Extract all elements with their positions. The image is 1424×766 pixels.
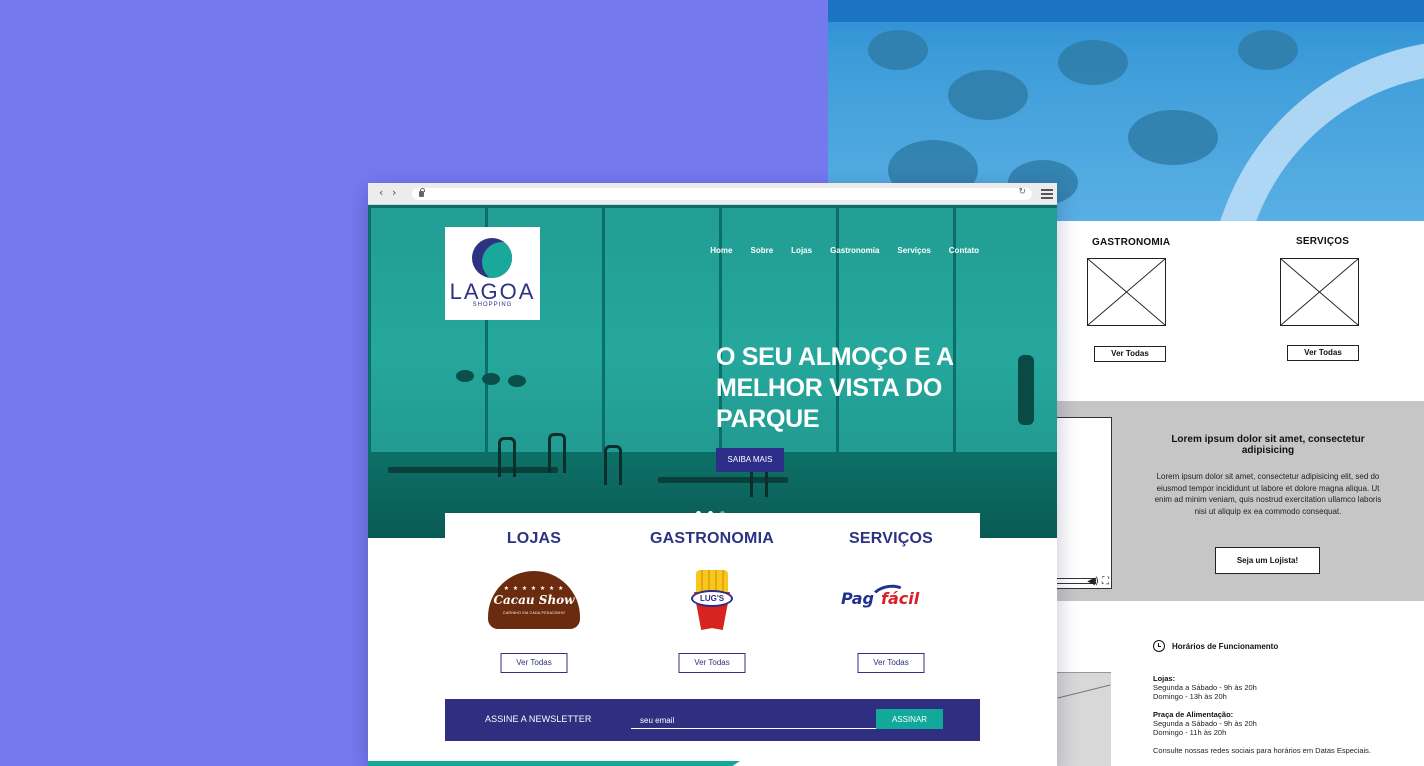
wire-section-heading: Lorem ipsum dolor sit amet, consectetur … <box>1171 434 1365 456</box>
nav-lojas[interactable]: Lojas <box>791 246 812 255</box>
category-card-lojas: LOJAS ★ ★ ★ ★ ★ ★ ★ Cacau Show CARINHO E… <box>445 513 623 699</box>
tree <box>1238 30 1298 70</box>
chair <box>604 445 622 485</box>
nav-servicos[interactable]: Serviços <box>897 246 930 255</box>
tree <box>1058 40 1128 85</box>
tree <box>868 30 928 70</box>
wire-hours-line: Domingo - 13h às 20h <box>1153 692 1227 701</box>
reload-icon[interactable]: ↻ <box>1018 187 1026 197</box>
wire-video-controls: ◀) ⛶ <box>1087 576 1109 587</box>
assinar-button[interactable]: ASSINAR <box>876 709 943 729</box>
newsletter-email-input[interactable] <box>631 712 877 729</box>
category-title: GASTRONOMIA <box>650 530 774 547</box>
wire-hours-line: Segunda a Sábado - 9h às 20h <box>1153 719 1257 728</box>
wire-hours-group: Lojas: Segunda a Sábado - 9h às 20h Domi… <box>1153 674 1413 701</box>
palm-tree <box>482 373 500 385</box>
cacau-wordmark: Cacau Show <box>493 593 575 607</box>
address-bar[interactable]: ↻ <box>412 187 1032 200</box>
logo-subtitle: SHOPPING <box>472 302 513 308</box>
window-pane <box>602 205 722 455</box>
nav-contato[interactable]: Contato <box>949 246 979 255</box>
forward-arrow-icon[interactable]: › <box>392 186 396 199</box>
clock-icon <box>1153 640 1165 652</box>
wire-image-placeholder <box>1087 258 1166 326</box>
lugs-logo: LUG'S <box>688 568 736 638</box>
hamburger-menu-icon[interactable] <box>1041 189 1053 199</box>
wire-hours-title: Horários de Funcionamento <box>1172 641 1279 651</box>
wire-ver-todas-button: Ver Todas <box>1094 346 1166 362</box>
wire-hours-label: Praça de Alimentação: <box>1153 710 1234 719</box>
browser-window: ‹ › ↻ LAGOA SHOPPING Home Sobre Lojas Ga… <box>368 183 1057 766</box>
ver-todas-gastronomia-button[interactable]: Ver Todas <box>678 653 746 673</box>
wire-section-paragraph: Lorem ipsum dolor sit amet, consectetur … <box>1154 472 1382 516</box>
palm-tree <box>456 370 474 382</box>
main-nav: Home Sobre Lojas Gastronomia Serviços Co… <box>692 246 979 255</box>
tree <box>1128 110 1218 165</box>
wire-hours-heading: Horários de Funcionamento <box>1153 640 1413 652</box>
pag-facil-logo: Pag fácil <box>841 582 941 613</box>
wire-hours-group: Praça de Alimentação: Segunda a Sábado -… <box>1153 710 1413 737</box>
cacau-show-logo: ★ ★ ★ ★ ★ ★ ★ Cacau Show CARINHO EM CADA… <box>488 571 580 629</box>
dining-table <box>658 477 788 483</box>
category-title: LOJAS <box>506 530 562 547</box>
nav-gastronomia[interactable]: Gastronomia <box>830 246 879 255</box>
palm-tree <box>508 375 526 387</box>
wire-image-placeholder <box>1280 258 1359 326</box>
wire-hours-label: Lojas: <box>1153 674 1176 683</box>
wire-opening-hours: Horários de Funcionamento Lojas: Segunda… <box>1153 640 1413 755</box>
nav-home[interactable]: Home <box>710 246 732 255</box>
category-card-servicos: SERVIÇOS Pag fácil Ver Todas <box>802 513 980 699</box>
hero-title: O SEU ALMOÇO E A MELHOR VISTA DO PARQUE <box>716 343 953 433</box>
wire-ver-todas-button: Ver Todas <box>1287 345 1359 361</box>
wire-seja-lojista-button: Seja um Lojista! <box>1215 547 1320 574</box>
footer-accent-strip <box>368 761 740 766</box>
category-title: SERVIÇOS <box>849 530 933 547</box>
logo-mark-icon <box>472 238 512 278</box>
wire-hours-line: Domingo - 11h às 20h <box>1153 728 1227 737</box>
wire-map-sketch <box>1057 672 1111 766</box>
category-card-gastronomia: GASTRONOMIA LUG'S Ver Todas <box>623 513 801 699</box>
ver-todas-servicos-button[interactable]: Ver Todas <box>857 653 925 673</box>
lake <box>828 0 1424 22</box>
chair <box>548 433 566 473</box>
dining-table <box>388 467 558 473</box>
lock-icon <box>419 188 425 197</box>
saiba-mais-button[interactable]: SAIBA MAIS <box>716 448 784 472</box>
ver-todas-lojas-button[interactable]: Ver Todas <box>500 653 568 673</box>
person-figure <box>1018 355 1034 425</box>
chair <box>498 437 516 477</box>
site-logo[interactable]: LAGOA SHOPPING <box>445 227 540 320</box>
newsletter-bar: ASSINE A NEWSLETTER ASSINAR <box>445 699 980 741</box>
wire-hours-note: Consulte nossas redes sociais para horár… <box>1153 746 1372 755</box>
cacau-stars: ★ ★ ★ ★ ★ ★ ★ <box>503 586 565 592</box>
lugs-wordmark: LUG'S <box>691 590 733 607</box>
pag-wordmark: Pag <box>841 589 874 608</box>
cacau-tagline: CARINHO EM CADA PEDACINHO <box>502 611 566 615</box>
category-cards: LOJAS ★ ★ ★ ★ ★ ★ ★ Cacau Show CARINHO E… <box>445 513 980 699</box>
newsletter-label: ASSINE A NEWSLETTER <box>485 714 592 724</box>
back-arrow-icon[interactable]: ‹ <box>379 186 383 199</box>
tree <box>948 70 1028 120</box>
facil-wordmark: fácil <box>881 589 920 608</box>
wire-gastronomia-title: GASTRONOMIA <box>1092 237 1171 248</box>
hero-banner: LAGOA SHOPPING Home Sobre Lojas Gastrono… <box>368 205 1057 538</box>
nav-sobre[interactable]: Sobre <box>751 246 774 255</box>
wire-servicos-title: SERVIÇOS <box>1296 236 1350 247</box>
browser-toolbar: ‹ › ↻ <box>368 183 1057 205</box>
wire-hours-line: Segunda a Sábado - 9h às 20h <box>1153 683 1257 692</box>
